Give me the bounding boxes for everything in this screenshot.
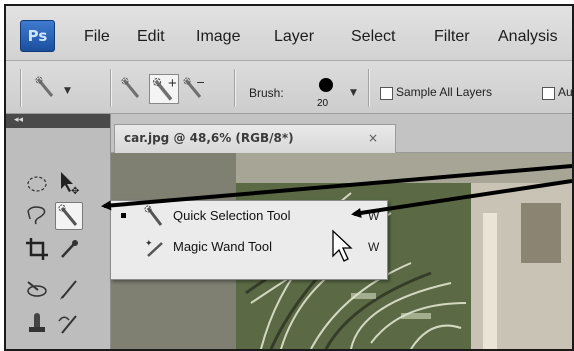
move-tool-icon[interactable]: ✥ [56, 169, 82, 195]
flyout-item-magic-wand[interactable]: Magic Wand Tool [173, 239, 272, 254]
brush-size: 20 [317, 98, 329, 109]
brush-label: Brush: [249, 86, 284, 100]
quick-selection-tool-icon [58, 204, 78, 226]
history-brush-tool-icon[interactable] [56, 311, 82, 337]
menu-select[interactable]: Select [351, 28, 395, 46]
brush-tool-icon[interactable] [56, 276, 82, 302]
svg-text:✦: ✦ [145, 239, 153, 249]
mouse-cursor-icon [332, 229, 353, 262]
selected-tool-bullet-icon [121, 213, 126, 218]
brush-preview-icon[interactable] [319, 78, 333, 92]
auto-enhance-checkbox[interactable] [542, 87, 555, 100]
brush-dropdown-arrow-icon[interactable]: ▼ [350, 88, 357, 98]
eyedropper-tool-icon[interactable] [56, 236, 82, 262]
clone-stamp-tool-icon[interactable] [24, 311, 50, 337]
options-separator [234, 69, 236, 107]
marquee-tool-icon[interactable] [24, 171, 50, 197]
sample-all-layers-label: Sample All Layers [396, 85, 493, 99]
svg-text:✥: ✥ [71, 186, 79, 195]
flyout-shortcut-magic-wand: W [368, 240, 380, 254]
ps-logo[interactable]: Ps [20, 20, 55, 52]
preset-dropdown-arrow-icon[interactable]: ▼ [64, 86, 71, 96]
svg-text:+: + [168, 76, 178, 90]
options-separator [110, 69, 112, 107]
auto-enhance-label: Au [558, 85, 573, 99]
menu-edit[interactable]: Edit [137, 28, 165, 46]
quick-selection-icon [144, 205, 163, 226]
menu-layer[interactable]: Layer [274, 28, 314, 46]
menu-image[interactable]: Image [196, 28, 240, 46]
new-selection-icon[interactable] [120, 76, 144, 100]
options-separator [368, 69, 370, 107]
subtract-from-selection-icon[interactable]: − [182, 76, 206, 100]
flyout-item-quick-selection[interactable]: Quick Selection Tool [173, 208, 291, 223]
add-to-selection-icon[interactable]: + [149, 74, 179, 104]
close-document-icon[interactable]: × [368, 131, 378, 145]
crop-tool-icon[interactable] [24, 236, 50, 262]
menu-file[interactable]: File [84, 28, 110, 46]
menu-analysis[interactable]: Analysis [498, 28, 558, 46]
collapse-panel-icon[interactable]: ◂◂ [14, 115, 23, 125]
flyout-shortcut-quick-selection: W [368, 209, 380, 223]
sample-all-layers-checkbox[interactable] [380, 87, 393, 100]
quick-selection-tool-button[interactable] [55, 202, 83, 230]
magic-wand-icon: ✦ [145, 239, 163, 257]
menu-filter[interactable]: Filter [434, 28, 470, 46]
photoshop-window: Ps File Edit Image Layer Select Filter A… [4, 4, 574, 351]
svg-text:−: − [196, 76, 205, 89]
options-grip [20, 69, 22, 107]
document-tab-title[interactable]: car.jpg @ 48,6% (RGB/8*) [124, 131, 294, 145]
quick-selection-preset-icon[interactable] [34, 76, 58, 100]
lasso-tool-icon[interactable] [24, 203, 50, 229]
spot-healing-brush-icon[interactable] [24, 276, 50, 302]
